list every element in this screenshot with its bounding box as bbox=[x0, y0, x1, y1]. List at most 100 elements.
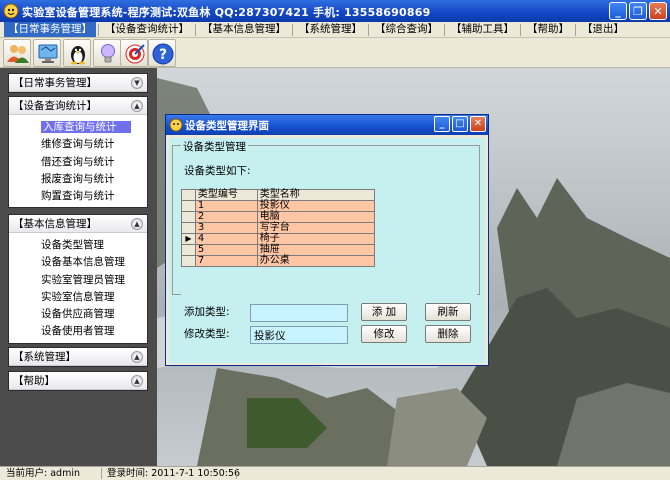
toolbar-network-button[interactable] bbox=[33, 39, 61, 67]
sidebar-item-supplier[interactable]: 设备供应商管理 bbox=[9, 306, 147, 323]
dialog-body: 设备类型管理 设备类型如下: 类型编号 类型名称 1 投影仪 2 电脑 3 写字… bbox=[169, 138, 485, 363]
sidebar-group-header[interactable]: 【基本信息管理】 ▲ bbox=[9, 215, 147, 233]
add-type-label: 添加类型: bbox=[184, 306, 230, 318]
sidebar-group-equipment-query: 【设备查询统计】 ▲ 入库查询与统计 维修查询与统计 借还查询与统计 报废查询与… bbox=[8, 96, 148, 209]
menu-equipment-query[interactable]: 【设备查询统计】 bbox=[101, 22, 193, 37]
toolbar-linux-button[interactable] bbox=[63, 39, 91, 67]
menu-separator bbox=[98, 23, 99, 36]
menu-combined-query[interactable]: 【综合查询】 bbox=[371, 22, 442, 37]
app-titlebar: 实验室设备管理系统-程序测试:双鱼林 QQ:287307421 手机: 1355… bbox=[0, 0, 670, 22]
current-row-arrow-icon[interactable]: ▶ bbox=[181, 233, 196, 245]
add-type-input[interactable] bbox=[250, 304, 348, 322]
sidebar-item-lab-info[interactable]: 实验室信息管理 bbox=[9, 289, 147, 306]
menu-basic-info[interactable]: 【基本信息管理】 bbox=[198, 22, 290, 37]
sidebar-item-inbound-stats[interactable]: 入库查询与统计 bbox=[9, 119, 147, 136]
close-icon: ✕ bbox=[653, 4, 663, 18]
toolbar-tips-button[interactable] bbox=[93, 39, 121, 67]
row-selector[interactable] bbox=[181, 244, 196, 256]
table-row[interactable]: 1 投影仪 bbox=[181, 200, 376, 212]
toolbar-target-button[interactable] bbox=[120, 39, 148, 67]
app-icon bbox=[3, 3, 19, 19]
menu-exit[interactable]: 【退出】 bbox=[578, 22, 628, 37]
edit-type-input[interactable] bbox=[250, 326, 348, 344]
sidebar-group-header[interactable]: 【日常事务管理】 ▼ bbox=[9, 74, 147, 92]
column-header-type-id[interactable]: 类型编号 bbox=[194, 189, 258, 201]
dialog-window-controls: _ □ ✕ bbox=[434, 116, 486, 132]
column-header-type-name[interactable]: 类型名称 bbox=[256, 189, 376, 201]
row-selector[interactable] bbox=[181, 211, 196, 223]
edit-type-label: 修改类型: bbox=[184, 328, 230, 340]
status-separator bbox=[236, 468, 237, 479]
login-time-status: 登录时间: 2011-7-1 10:50:56 bbox=[107, 468, 241, 479]
toolbar-users-button[interactable] bbox=[3, 39, 31, 67]
menu-separator bbox=[444, 23, 445, 36]
table-header-row: 类型编号 类型名称 bbox=[181, 189, 376, 201]
users-icon bbox=[7, 45, 29, 63]
delete-button[interactable]: 删除 bbox=[425, 325, 471, 343]
dialog-app-icon bbox=[169, 118, 183, 132]
sidebar-item-borrow-stats[interactable]: 借还查询与统计 bbox=[9, 154, 147, 171]
table-row[interactable]: 5 抽屉 bbox=[181, 244, 376, 256]
sidebar-item-lab-admin[interactable]: 实验室管理员管理 bbox=[9, 272, 147, 289]
table-row[interactable]: 3 写字台 bbox=[181, 222, 376, 234]
groupbox-title: 设备类型管理 bbox=[181, 139, 248, 154]
menu-system[interactable]: 【系统管理】 bbox=[295, 22, 366, 37]
row-selector[interactable] bbox=[181, 200, 196, 212]
menu-bar: 【日常事务管理】 【设备查询统计】 【基本信息管理】 【系统管理】 【综合查询】… bbox=[0, 22, 670, 38]
sidebar-item-equipment-type[interactable]: 设备类型管理 bbox=[9, 237, 147, 254]
cell-type-name[interactable]: 写字台 bbox=[256, 222, 376, 234]
cell-type-id[interactable]: 3 bbox=[194, 222, 258, 234]
cell-type-name[interactable]: 椅子 bbox=[256, 233, 376, 245]
cell-type-id[interactable]: 4 bbox=[194, 233, 258, 245]
cell-type-id[interactable]: 5 bbox=[194, 244, 258, 256]
sidebar-group-header[interactable]: 【设备查询统计】 ▲ bbox=[9, 97, 147, 115]
cell-type-id[interactable]: 1 bbox=[194, 200, 258, 212]
edit-button[interactable]: 修改 bbox=[361, 325, 407, 343]
minimize-button[interactable]: _ bbox=[609, 2, 627, 20]
menu-separator bbox=[195, 23, 196, 36]
row-selector[interactable] bbox=[181, 222, 196, 234]
dialog-close-button[interactable]: ✕ bbox=[470, 116, 486, 132]
toolbar-help-button[interactable]: ? bbox=[148, 39, 176, 67]
refresh-button[interactable]: 刷新 bbox=[425, 303, 471, 321]
chevron-up-icon[interactable]: ▲ bbox=[131, 218, 143, 230]
add-button[interactable]: 添 加 bbox=[361, 303, 407, 321]
sidebar-group-title: 【基本信息管理】 bbox=[13, 218, 97, 230]
dialog-maximize-button[interactable]: □ bbox=[452, 116, 468, 132]
equipment-type-table[interactable]: 类型编号 类型名称 1 投影仪 2 电脑 3 写字台 ▶ 4 椅子 5 抽屉 7… bbox=[181, 189, 376, 267]
table-row[interactable]: 2 电脑 bbox=[181, 211, 376, 223]
status-bar: 当前用户: admin 登录时间: 2011-7-1 10:50:56 bbox=[0, 466, 670, 480]
sidebar-item-purchase-stats[interactable]: 购置查询与统计 bbox=[9, 188, 147, 205]
sidebar-item-repair-stats[interactable]: 维修查询与统计 bbox=[9, 136, 147, 153]
close-button[interactable]: ✕ bbox=[649, 2, 667, 20]
cell-type-name[interactable]: 抽屉 bbox=[256, 244, 376, 256]
toolbar: ? bbox=[0, 38, 670, 68]
chevron-up-icon[interactable]: ▲ bbox=[131, 351, 143, 363]
chevron-up-icon[interactable]: ▲ bbox=[131, 375, 143, 387]
sidebar-item-scrap-stats[interactable]: 报废查询与统计 bbox=[9, 171, 147, 188]
table-row[interactable]: 7 办公桌 bbox=[181, 255, 376, 267]
cell-type-id[interactable]: 2 bbox=[194, 211, 258, 223]
chevron-up-icon[interactable]: ▲ bbox=[131, 100, 143, 112]
chevron-down-icon[interactable]: ▼ bbox=[131, 77, 143, 89]
window-controls: _ ❐ ✕ bbox=[609, 2, 667, 20]
sidebar: 【日常事务管理】 ▼ 【设备查询统计】 ▲ 入库查询与统计 维修查询与统计 借还… bbox=[0, 68, 157, 466]
table-row-current[interactable]: ▶ 4 椅子 bbox=[181, 233, 376, 245]
restore-button[interactable]: ❐ bbox=[629, 2, 647, 20]
cell-type-name[interactable]: 电脑 bbox=[256, 211, 376, 223]
sidebar-group-header[interactable]: 【帮助】 ▲ bbox=[9, 372, 147, 390]
menu-separator bbox=[368, 23, 369, 36]
sidebar-group-help: 【帮助】 ▲ bbox=[8, 371, 148, 391]
sidebar-group-header[interactable]: 【系统管理】 ▲ bbox=[9, 348, 147, 366]
dialog-minimize-button[interactable]: _ bbox=[434, 116, 450, 132]
cell-type-name[interactable]: 投影仪 bbox=[256, 200, 376, 212]
sidebar-item-equipment-info[interactable]: 设备基本信息管理 bbox=[9, 254, 147, 271]
cell-type-id[interactable]: 7 bbox=[194, 255, 258, 267]
menu-tools[interactable]: 【辅助工具】 bbox=[447, 22, 518, 37]
cell-type-name[interactable]: 办公桌 bbox=[256, 255, 376, 267]
sidebar-item-user-mgmt[interactable]: 设备使用者管理 bbox=[9, 323, 147, 340]
row-selector[interactable] bbox=[181, 255, 196, 267]
sidebar-group-title: 【系统管理】 bbox=[13, 351, 76, 363]
menu-help[interactable]: 【帮助】 bbox=[523, 22, 573, 37]
menu-daily-affairs[interactable]: 【日常事务管理】 bbox=[4, 22, 96, 37]
